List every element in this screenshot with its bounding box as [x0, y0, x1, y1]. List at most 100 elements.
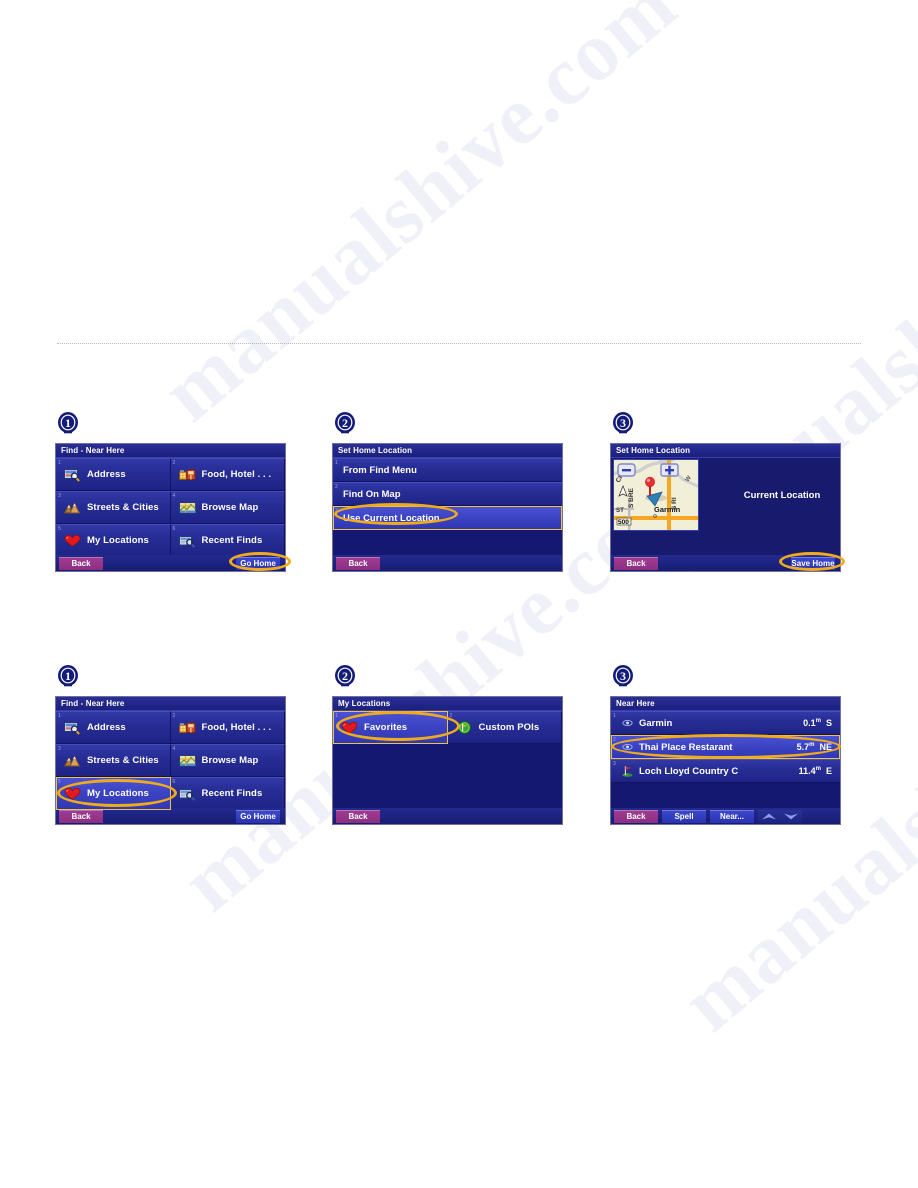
spell-button[interactable]: Spell — [662, 809, 706, 823]
menu-tile-address[interactable]: 1 Address — [56, 458, 171, 491]
svg-text:S RI: S RI — [671, 497, 678, 510]
screen-toolbar: Back — [333, 808, 562, 824]
result-row-garmin[interactable]: 1 Garmin 0.1m S — [611, 711, 840, 735]
row-index: 1 — [613, 713, 616, 719]
screen-toolbar: Back Go Home — [56, 555, 285, 571]
go-home-button[interactable]: Go Home — [236, 809, 280, 823]
back-button[interactable]: Back — [59, 809, 103, 823]
menu-tile-browse-map[interactable]: 4 Browse Map — [170, 744, 285, 777]
menu-tile-address[interactable]: 1 Address — [56, 711, 171, 744]
step-badge-1: 1 — [57, 411, 81, 437]
screen-title: Near Here — [611, 697, 840, 711]
svg-text:2: 2 — [342, 669, 348, 683]
svg-text:S BRE: S BRE — [628, 487, 635, 508]
tile-index: 2 — [172, 460, 176, 466]
screen-title: Set Home Location — [333, 444, 562, 458]
device-screen-row1-step1: Find - Near Here 1 Address 2 Food, Hotel… — [55, 443, 286, 572]
tile-label: Custom POIs — [478, 722, 540, 733]
address-icon — [64, 721, 81, 735]
tile-label: Browse Map — [201, 502, 259, 513]
recent-finds-icon — [178, 534, 196, 548]
screen-toolbar: Back Save Home — [611, 555, 840, 571]
streets-cities-icon — [64, 501, 81, 515]
svg-text:3: 3 — [620, 669, 626, 683]
result-distance: 0.1m S — [803, 718, 832, 728]
address-icon — [64, 468, 81, 482]
golf-flag-icon — [621, 765, 634, 777]
menu-tile-food-hotel[interactable]: 2 Food, Hotel . . . — [170, 711, 285, 744]
menu-tile-my-locations[interactable]: 5 My Locations — [56, 524, 171, 557]
menu-tile-recent-finds[interactable]: 6 Recent Finds — [170, 524, 285, 557]
tile-label: Food, Hotel . . . — [201, 469, 272, 480]
menu-tile-custom-pois[interactable]: 2 Custom POIs — [447, 711, 562, 744]
tile-index: 3 — [58, 493, 61, 499]
svg-text:2: 2 — [342, 416, 348, 430]
option-row-from-find-menu[interactable]: 1 From Find Menu — [333, 458, 562, 482]
svg-text:ST: ST — [616, 507, 624, 514]
screen-title: Find - Near Here — [56, 697, 285, 711]
device-screen-row2-step3: Near Here 1 Garmin 0.1m S 2 Thai Place R… — [610, 696, 841, 825]
step-badge-3: 3 — [612, 664, 636, 690]
screen-title: Set Home Location — [611, 444, 840, 458]
tile-index: 3 — [58, 746, 61, 752]
result-distance: 11.4m E — [798, 766, 832, 776]
svg-text:1: 1 — [65, 416, 71, 430]
result-label: Loch Lloyd Country C — [639, 765, 739, 777]
tile-index: 4 — [172, 493, 176, 499]
option-row-use-current-location[interactable]: 3 Use Current Location — [333, 506, 562, 530]
tile-index: 1 — [58, 713, 61, 719]
menu-tile-favorites[interactable]: 1 Favorites — [333, 711, 448, 744]
step-badge-1: 1 — [57, 664, 81, 690]
back-button[interactable]: Back — [336, 556, 380, 570]
result-row-thai-place-restarant[interactable]: 2 Thai Place Restarant 5.7m NE — [611, 735, 840, 759]
save-home-button[interactable]: Save Home — [791, 556, 835, 570]
back-button[interactable]: Back — [336, 809, 380, 823]
back-button[interactable]: Back — [614, 556, 658, 570]
go-home-button[interactable]: Go Home — [236, 556, 280, 570]
screen-toolbar: Back — [333, 555, 562, 571]
tile-label: Favorites — [364, 722, 408, 733]
tile-index: 2 — [172, 713, 176, 719]
tile-label: My Locations — [87, 788, 149, 799]
svg-text:1: 1 — [65, 669, 71, 683]
tile-label: Browse Map — [201, 755, 259, 766]
screen-title: My Locations — [333, 697, 562, 711]
poi-dot-icon — [621, 717, 634, 729]
menu-tile-food-hotel[interactable]: 2 Food, Hotel . . . — [170, 458, 285, 491]
back-button[interactable]: Back — [614, 809, 658, 823]
tile-label: My Locations — [87, 535, 149, 546]
tile-index: 1 — [335, 713, 338, 719]
near-button[interactable]: Near... — [710, 809, 754, 823]
screen-toolbar: Back Spell Near... — [611, 808, 840, 824]
svg-text:3: 3 — [620, 416, 626, 430]
result-label: Thai Place Restarant — [639, 741, 733, 753]
device-screen-row1-step3: Set Home Location Garmin CR S BRE ST 500… — [610, 443, 841, 572]
map-preview[interactable]: Garmin CR S BRE ST 500 S RI W — [613, 459, 699, 531]
scroll-down-arrow-icon[interactable] — [780, 809, 802, 823]
result-row-loch-lloyd-country-c[interactable]: 3 Loch Lloyd Country C 11.4m E — [611, 759, 840, 783]
food-hotel-icon — [178, 468, 196, 482]
device-screen-row2-step1: Find - Near Here 1 Address 2 Food, Hotel… — [55, 696, 286, 825]
option-label: From Find Menu — [343, 464, 417, 476]
menu-tile-browse-map[interactable]: 4 Browse Map — [170, 491, 285, 524]
menu-tile-streets-cities[interactable]: 3 Streets & Cities — [56, 744, 171, 777]
food-hotel-icon — [178, 721, 196, 735]
scroll-up-arrow-icon[interactable] — [758, 809, 780, 823]
recent-finds-icon — [178, 787, 196, 801]
row-index: 3 — [335, 508, 338, 514]
back-button[interactable]: Back — [59, 556, 103, 570]
heart-icon — [64, 534, 81, 548]
tile-label: Address — [87, 722, 126, 733]
menu-tile-recent-finds[interactable]: 6 Recent Finds — [170, 777, 285, 810]
tile-index: 5 — [58, 526, 61, 532]
browse-map-icon — [178, 501, 196, 515]
map-canvas: Garmin CR S BRE ST 500 S RI W — [614, 460, 698, 530]
page-divider — [57, 343, 861, 344]
row-index: 3 — [613, 761, 616, 767]
menu-tile-streets-cities[interactable]: 3 Streets & Cities — [56, 491, 171, 524]
screen-toolbar: Back Go Home — [56, 808, 285, 824]
watermark-word: manualshive.com — [144, 0, 694, 440]
result-distance: 5.7m NE — [796, 742, 832, 752]
menu-tile-my-locations[interactable]: 5 My Locations — [56, 777, 171, 810]
option-row-find-on-map[interactable]: 2 Find On Map — [333, 482, 562, 506]
